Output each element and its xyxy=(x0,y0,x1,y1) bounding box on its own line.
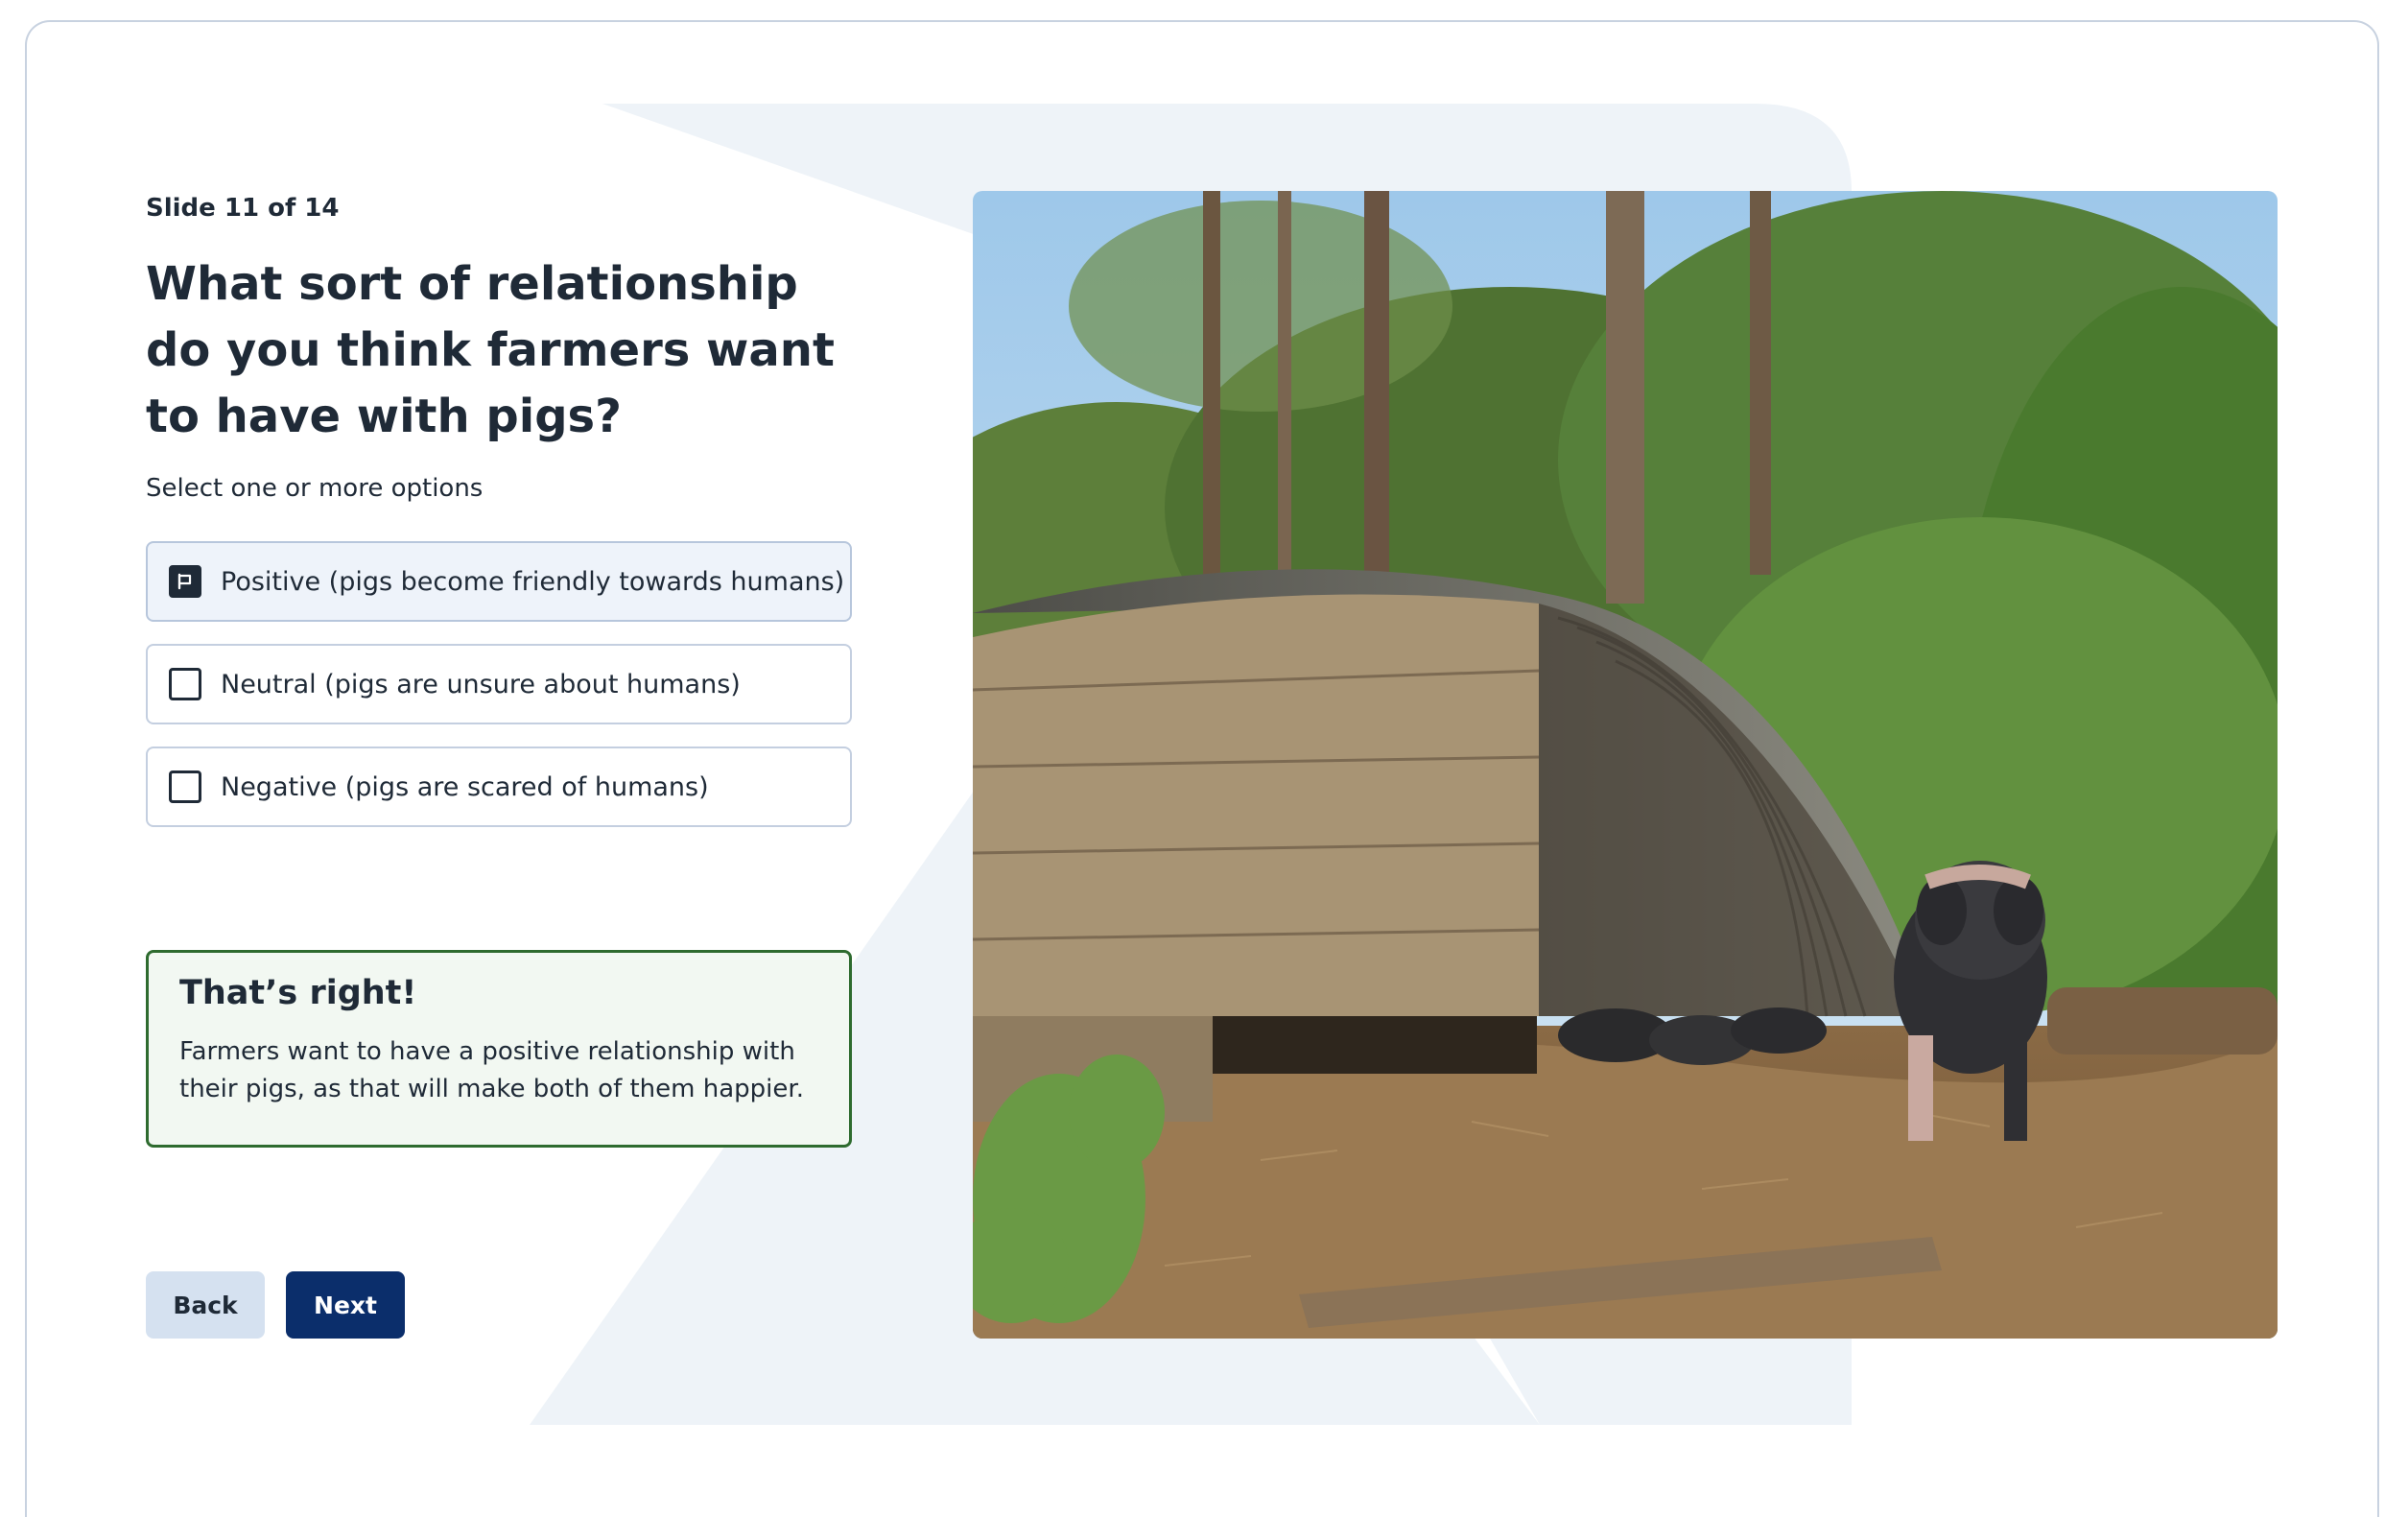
instruction-text: Select one or more options xyxy=(146,474,484,503)
option-neutral[interactable]: Neutral (pigs are unsure about humans) xyxy=(146,644,852,724)
pig-ark-photo xyxy=(973,191,2278,1339)
checkbox-icon[interactable] xyxy=(169,770,201,803)
back-button[interactable]: Back xyxy=(146,1271,265,1339)
option-label: Negative (pigs are scared of humans) xyxy=(221,771,709,802)
option-label: Neutral (pigs are unsure about humans) xyxy=(221,669,741,699)
feedback-title: That’s right! xyxy=(179,974,417,1012)
question-heading: What sort of relationship do you think f… xyxy=(146,257,835,443)
next-button[interactable]: Next xyxy=(286,1271,405,1339)
feedback-body: Farmers want to have a positive relation… xyxy=(179,1037,804,1103)
checkbox-checked-icon[interactable] xyxy=(169,565,201,598)
option-positive[interactable]: Positive (pigs become friendly towards h… xyxy=(146,541,852,622)
option-label: Positive (pigs become friendly towards h… xyxy=(221,566,845,597)
option-negative[interactable]: Negative (pigs are scared of humans) xyxy=(146,747,852,827)
checkbox-icon[interactable] xyxy=(169,668,201,700)
feedback-panel: That’s right! Farmers want to have a pos… xyxy=(146,950,852,1148)
slide-counter: Slide 11 of 14 xyxy=(146,194,340,223)
